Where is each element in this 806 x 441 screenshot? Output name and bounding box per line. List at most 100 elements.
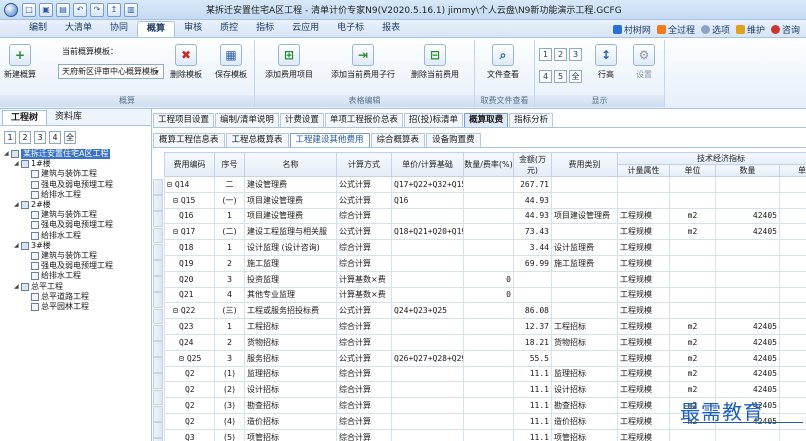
cell-method[interactable]: 综合计算 [336, 428, 392, 441]
table-row[interactable]: ⊟ Q15 (一) 项目建设管理费 公式计算 Q16 44.93 [164, 191, 806, 209]
cell-unit[interactable] [669, 239, 716, 256]
cell-extra[interactable] [779, 270, 806, 288]
cell-code[interactable]: Q16 [164, 207, 215, 225]
tree-node[interactable]: 建筑与装饰工程 [4, 210, 151, 220]
cell-amount[interactable]: 267.71 [513, 176, 552, 193]
expand-toggle-icon[interactable]: ◢ [14, 282, 21, 292]
open-folder-icon[interactable]: ▤ [56, 2, 70, 17]
cell-name[interactable]: 监理招标 [244, 365, 337, 383]
level-5-button[interactable]: 5 [554, 70, 567, 83]
tab-main-3[interactable]: 单项工程报价总表 [324, 113, 403, 127]
cell-amount[interactable] [513, 286, 552, 304]
cell-code[interactable]: Q21 [164, 286, 215, 304]
delete-fee-button[interactable]: ⊟ 删除当前费用 [411, 44, 459, 80]
cell-extra[interactable] [779, 302, 806, 320]
cell-method[interactable]: 公式计算 [336, 176, 392, 193]
cell-code[interactable]: Q3 [164, 428, 215, 441]
table-row[interactable]: ⊟ Q17 (二) 建设工程监理与相关服 公式计算 Q18+Q21+Q20+Q19 73.4… [164, 223, 806, 241]
cell-unit[interactable] [669, 428, 716, 441]
cell-qty[interactable] [463, 223, 514, 241]
cell-extra[interactable] [779, 381, 806, 399]
cell-unit[interactable] [669, 270, 716, 288]
cell-category[interactable]: 项管招标 [551, 428, 618, 441]
tree-level-3[interactable]: 3 [34, 131, 46, 144]
cell-no[interactable]: 1 [214, 239, 245, 256]
cell-extra[interactable] [779, 397, 806, 414]
tab-main-5[interactable]: 概算取费 [464, 113, 509, 127]
cell-category[interactable] [551, 349, 618, 367]
cell-qty[interactable]: 0 [463, 270, 514, 288]
cell-num[interactable]: 42405 [715, 223, 780, 241]
col-amount[interactable]: 金额(万元) [513, 152, 552, 177]
cell-name[interactable]: 设计监理 (设计咨询) [244, 239, 337, 256]
row-selector[interactable] [153, 308, 163, 325]
cell-qty[interactable] [463, 176, 514, 193]
cell-code[interactable]: ⊟ Q22 [164, 302, 215, 320]
cell-qty[interactable]: 0 [463, 286, 514, 304]
cell-qty[interactable] [463, 254, 514, 272]
cell-method[interactable]: 公式计算 [336, 191, 392, 209]
cell-no[interactable]: (4) [214, 412, 245, 430]
col-unit[interactable]: 单位 [669, 164, 716, 177]
cell-no[interactable]: 1 [214, 207, 245, 225]
cell-code[interactable]: ⊟ Q17 [164, 223, 215, 241]
cell-extra[interactable] [779, 318, 806, 335]
cell-qty[interactable] [463, 428, 514, 441]
table-row[interactable]: Q21 4 其他专业监理 计算基数×费 0 工程规模 [164, 286, 806, 304]
cell-name[interactable]: 项管招标 [244, 428, 337, 441]
cell-num[interactable]: 42405 [715, 207, 780, 225]
cell-extra[interactable] [779, 428, 806, 441]
cell-base[interactable]: Q16 [391, 191, 464, 209]
cell-qty[interactable] [463, 239, 514, 256]
tree-node[interactable]: 建筑与装饰工程 [4, 169, 151, 179]
cell-method[interactable]: 综合计算 [336, 207, 392, 225]
tab-project-tree[interactable]: 工程树 [2, 110, 48, 125]
cell-code[interactable]: Q24 [164, 333, 215, 351]
cell-no[interactable]: (一) [214, 191, 245, 209]
cell-name[interactable]: 工程或服务招投标费 [244, 302, 337, 320]
table-row[interactable]: Q24 2 货物招标 综合计算 18.21 货物招标 工程规模 m2 42405 [164, 333, 806, 351]
row-selector[interactable] [153, 405, 163, 422]
cell-code[interactable]: Q18 [164, 239, 215, 256]
cell-amount[interactable]: 73.43 [513, 223, 552, 241]
cell-code[interactable]: Q2 [164, 397, 215, 414]
cell-qty[interactable] [463, 412, 514, 430]
tree-node[interactable]: 强电及弱电预埋工程 [4, 180, 151, 190]
cell-amount[interactable]: 18.21 [513, 333, 552, 351]
cell-method[interactable]: 综合计算 [336, 381, 392, 399]
level-3-button[interactable]: 3 [569, 48, 582, 61]
row-selector[interactable] [153, 260, 163, 276]
cell-name[interactable]: 勘查招标 [244, 397, 337, 414]
tree-node[interactable]: ◢ 1#楼 [4, 159, 151, 169]
tab-sub-4[interactable]: 设备购置费 [426, 133, 481, 147]
expand-toggle-icon[interactable]: ◢ [14, 159, 21, 169]
cell-qty[interactable] [463, 381, 514, 399]
row-selector[interactable] [153, 422, 163, 438]
tree-node[interactable]: 强电及弱电预埋工程 [4, 261, 151, 271]
cell-no[interactable]: (三) [214, 302, 245, 320]
row-selector[interactable] [153, 292, 163, 309]
cell-amount[interactable]: 11.1 [513, 428, 552, 441]
cell-extra[interactable] [779, 176, 806, 193]
cell-attr[interactable]: 工程规模 [617, 302, 670, 320]
col-attr[interactable]: 计量属性 [617, 164, 670, 177]
cell-unit[interactable]: m2 [669, 223, 716, 241]
cell-name[interactable]: 服务招标 [244, 349, 337, 367]
cell-method[interactable]: 综合计算 [336, 365, 392, 383]
table-row[interactable]: ⊟ Q14 二建设管理费 公式计算 Q17+Q22+Q32+Q15 267.71 [164, 176, 806, 193]
cell-name[interactable]: 工程招标 [244, 318, 337, 335]
cell-category[interactable]: 货物招标 [551, 333, 618, 351]
cell-no[interactable]: 2 [214, 333, 245, 351]
cell-qty[interactable] [463, 333, 514, 351]
tab-library[interactable]: 资料库 [47, 110, 90, 125]
cell-category[interactable]: 设计监理费 [551, 239, 618, 256]
settings-button[interactable]: ⚙ 设置 [633, 44, 655, 80]
save-icon[interactable]: ▣ [39, 2, 53, 17]
view-file-button[interactable]: ⌕ 文件查看 [487, 44, 519, 80]
cell-base[interactable] [391, 318, 464, 335]
cell-no[interactable]: 2 [214, 254, 245, 272]
cell-unit[interactable]: m2 [669, 333, 716, 351]
cell-name[interactable]: 投资监理 [244, 270, 337, 288]
cell-code[interactable]: Q19 [164, 254, 215, 272]
cell-qty[interactable] [463, 302, 514, 320]
